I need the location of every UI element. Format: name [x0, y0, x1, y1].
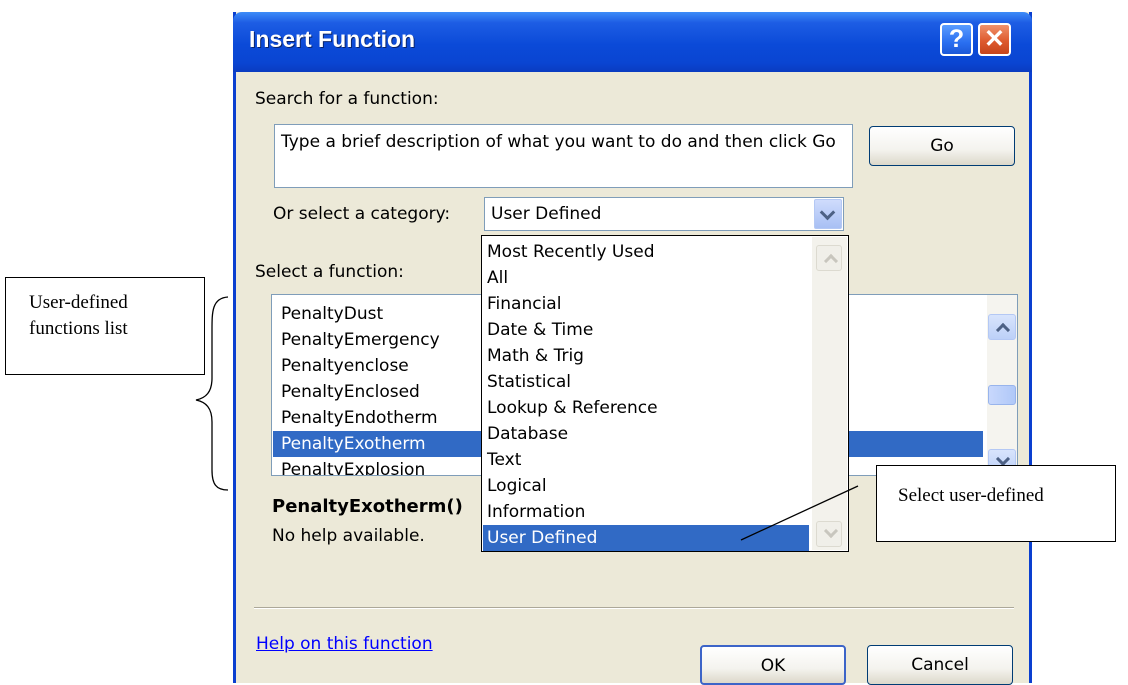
callout-text: functions list [29, 318, 128, 339]
callout-text: User-defined [29, 292, 128, 313]
callout-select-user-defined: Select user-defined [876, 465, 1116, 542]
callout-text: Select user-defined [898, 485, 1044, 506]
callout-functions-list: User-defined functions list [5, 277, 205, 375]
pointer-line [740, 485, 859, 541]
